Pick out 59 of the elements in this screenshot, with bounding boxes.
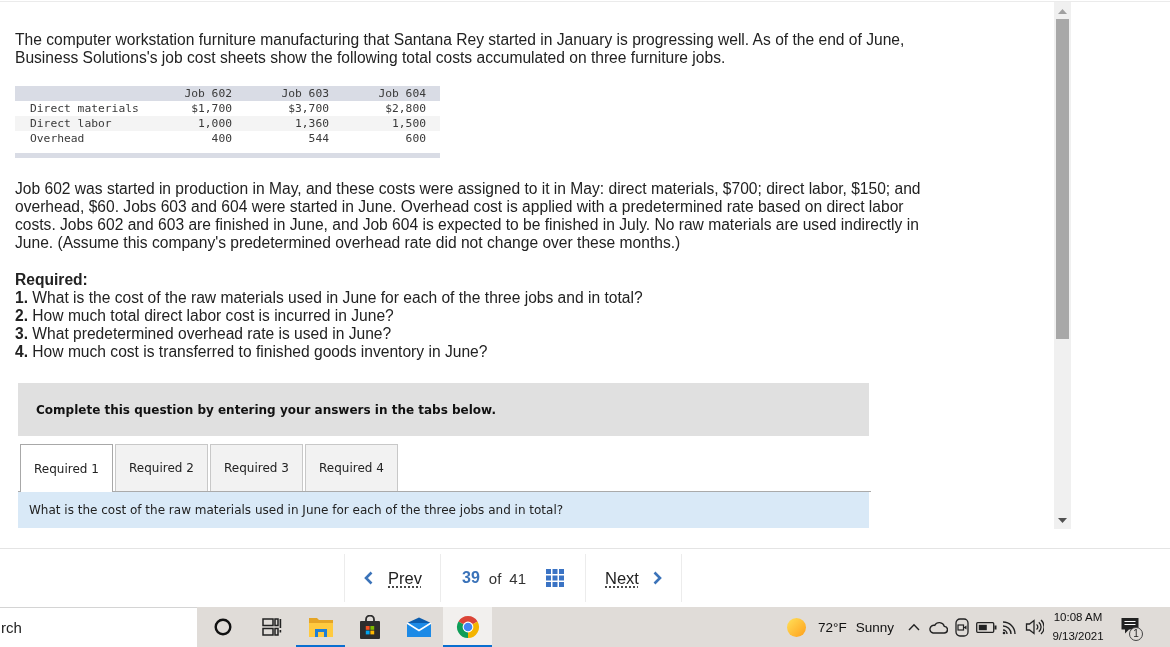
sun-icon bbox=[787, 617, 807, 637]
column-header: Job 603 bbox=[281, 87, 329, 100]
notifications-button[interactable]: 1 bbox=[1110, 607, 1150, 647]
question-prompt: What is the cost of the raw materials used in June for each of the three jobs and in total? bbox=[29, 503, 564, 517]
chevron-up-icon[interactable] bbox=[908, 623, 920, 631]
question-text: 3. What predetermined overhead rate is used in June? bbox=[15, 325, 392, 343]
scrollbar-thumb[interactable] bbox=[1056, 19, 1069, 339]
folder-icon bbox=[308, 617, 333, 637]
row-label: Direct labor bbox=[30, 117, 112, 130]
scrollbar[interactable] bbox=[1054, 2, 1071, 529]
wifi-icon[interactable] bbox=[1002, 619, 1018, 635]
table-cell: $1,700 bbox=[191, 102, 232, 115]
row-label: Direct materials bbox=[30, 102, 139, 115]
table-cell: 544 bbox=[308, 132, 329, 145]
question-map-button[interactable] bbox=[546, 569, 564, 587]
scroll-down-icon[interactable] bbox=[1058, 518, 1067, 523]
grid-icon bbox=[546, 569, 564, 587]
tab[interactable]: Required 2 bbox=[115, 444, 208, 491]
task-view-icon bbox=[261, 618, 282, 636]
battery-icon[interactable] bbox=[975, 621, 997, 633]
instructions-text: Complete this question by entering your answers in the tabs below. bbox=[36, 402, 496, 417]
table-cell: $2,800 bbox=[385, 102, 426, 115]
prev-button[interactable]: Prev bbox=[344, 554, 440, 602]
row-label: Overhead bbox=[30, 132, 85, 145]
notification-count: 1 bbox=[1129, 627, 1143, 641]
chevron-left-icon bbox=[364, 571, 373, 585]
question-text: 4. How much cost is transferred to finished goods inventory in June? bbox=[15, 343, 488, 361]
message-icon bbox=[1121, 617, 1139, 635]
table-cell: 1,000 bbox=[198, 117, 232, 130]
chevron-right-icon bbox=[652, 571, 662, 585]
page-of-label: of bbox=[488, 569, 502, 587]
search-field[interactable]: rch bbox=[0, 607, 197, 647]
next-button[interactable]: Next bbox=[585, 554, 682, 602]
table-cell: 1,360 bbox=[295, 117, 329, 130]
tab[interactable]: Required 3 bbox=[210, 444, 303, 491]
cloud-icon[interactable] bbox=[928, 620, 948, 634]
browser-icon bbox=[455, 615, 480, 639]
camera-icon[interactable] bbox=[955, 617, 969, 637]
intro-paragraph: The computer workstation furniture manufacturing that Santana Rey started in January is progressing well. As of the end of June, Business Solutions's job cost sheets show the following total costs accumulated on three furniture jobs. bbox=[15, 31, 906, 67]
table-cell: 400 bbox=[211, 132, 232, 145]
weather-button[interactable]: 72°F Sunny bbox=[781, 607, 902, 647]
envelope-icon bbox=[405, 617, 432, 637]
tab[interactable]: Required 1 bbox=[20, 444, 113, 492]
tab[interactable]: Required 4 bbox=[305, 444, 398, 491]
table-cell: 1,500 bbox=[392, 117, 426, 130]
question-text: 1. What is the cost of the raw materials used in June for each of the three jobs and in total? bbox=[15, 289, 643, 307]
column-header: Job 602 bbox=[184, 87, 232, 100]
total-pages: 41 bbox=[509, 569, 526, 587]
problem-paragraph: Job 602 was started in production in May, and these costs were assigned to it in May: direct materials, $700; direct labor, $150; and overhead, $60. Jobs 603 and 604 were started in June. Overhead cost is applied with a predetermined rate based on direct labor costs. Jobs 602 and 603 are finished in June, and Job 604 is expected to be finished in July. No raw materials are used indirectly in June. (Assume this company's predetermined overhead rate did not change over these months.) bbox=[15, 180, 922, 252]
clock-button[interactable]: 10:08 AM 9/13/2021 bbox=[1046, 607, 1110, 647]
column-header: Job 604 bbox=[378, 87, 426, 100]
current-page: 39 bbox=[462, 569, 480, 587]
table-cell: $3,700 bbox=[288, 102, 329, 115]
table-cell: 600 bbox=[405, 132, 426, 145]
speaker-icon[interactable] bbox=[1024, 619, 1044, 635]
circle-icon bbox=[213, 618, 232, 636]
question-text: 2. How much total direct labor cost is incurred in June? bbox=[15, 307, 394, 325]
shopping-bag-icon bbox=[358, 615, 381, 639]
required-heading: Required: bbox=[15, 271, 88, 289]
